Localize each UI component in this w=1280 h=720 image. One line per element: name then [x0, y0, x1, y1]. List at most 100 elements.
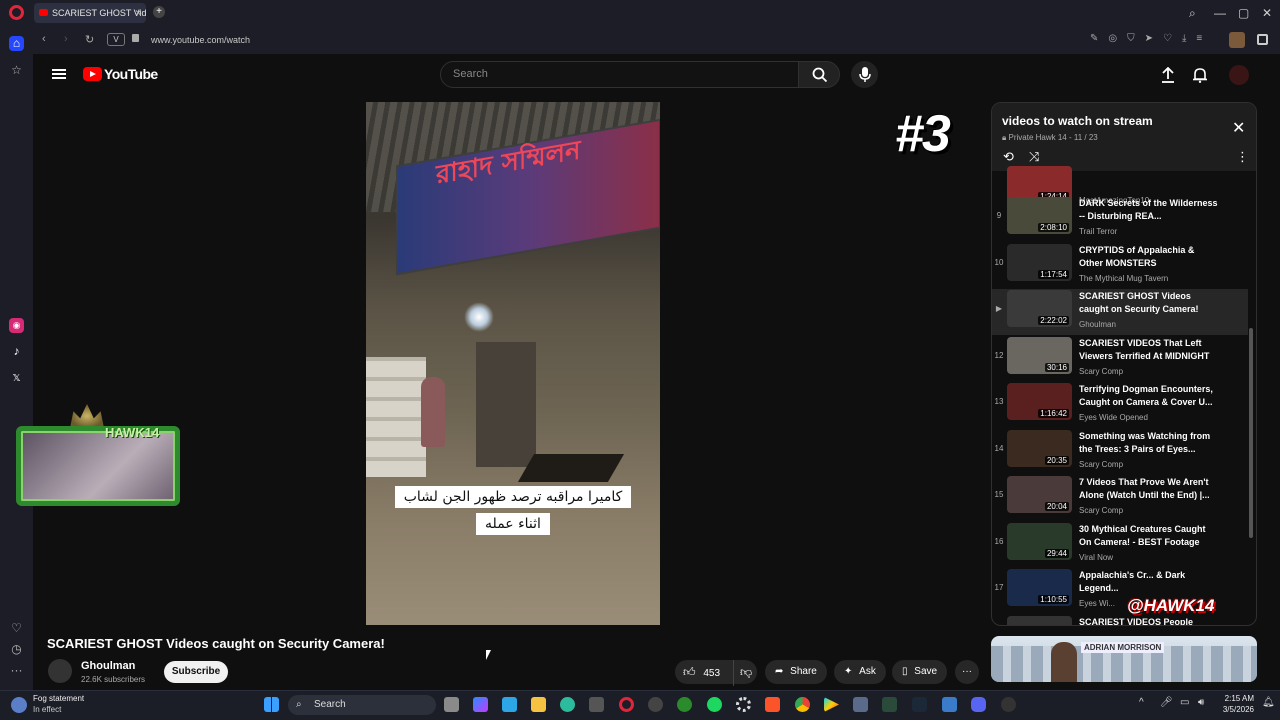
task-view-icon[interactable]: [444, 697, 459, 712]
playlist-item[interactable]: 10 1:17:54 CRYPTIDS of Appalachia & Other …: [992, 243, 1248, 289]
search-tabs-icon[interactable]: ⌕: [1189, 6, 1196, 21]
maximize-button[interactable]: ▢: [1238, 6, 1249, 20]
youtube-logo-text[interactable]: YouTube: [104, 66, 158, 82]
steam-icon[interactable]: [912, 697, 927, 712]
playlist-item-thumbnail[interactable]: 30:16: [1007, 337, 1072, 374]
close-window-button[interactable]: ✕: [1262, 6, 1272, 20]
shield-icon[interactable]: ⛉: [1127, 33, 1145, 44]
search-input[interactable]: Search: [440, 61, 799, 88]
playlist-item[interactable]: SCARIEST VIDEOS People: [992, 615, 1248, 625]
search-button[interactable]: [798, 61, 840, 88]
account-avatar[interactable]: [1229, 65, 1249, 85]
volume-tray-icon[interactable]: 🔊︎: [1198, 697, 1204, 708]
heart-icon[interactable]: ♡: [9, 621, 24, 636]
chrome-icon[interactable]: [795, 697, 810, 712]
display-tray-icon[interactable]: ▭: [1180, 697, 1189, 708]
guide-menu-icon[interactable]: [52, 69, 66, 79]
playlist-item-thumbnail[interactable]: 29:44: [1007, 523, 1072, 560]
settings-gear-icon[interactable]: [736, 697, 751, 712]
profile-avatar[interactable]: [1229, 32, 1245, 48]
subscribe-button[interactable]: Subscribe: [164, 661, 228, 683]
more-icon[interactable]: ···: [9, 663, 24, 678]
playlist-item-thumbnail[interactable]: 1:17:54: [1007, 244, 1072, 281]
heart-icon[interactable]: ♡: [1163, 33, 1182, 44]
playlist-item-thumbnail[interactable]: [1007, 616, 1072, 625]
upload-icon[interactable]: [1161, 67, 1175, 83]
x-twitter-icon[interactable]: 𝕏: [9, 371, 24, 386]
url-field[interactable]: www.youtube.com/watch: [151, 35, 250, 45]
store-icon[interactable]: [502, 697, 517, 712]
new-tab-button[interactable]: +: [153, 6, 165, 18]
windows-start-icon[interactable]: [264, 697, 279, 712]
extensions-icon[interactable]: [1257, 34, 1268, 45]
youtube-logo-icon[interactable]: [83, 67, 102, 81]
tab-close-icon[interactable]: ✕: [134, 3, 142, 23]
instagram-icon[interactable]: ◉: [9, 318, 24, 333]
playlist-item-title[interactable]: Something was Watching from the Trees: 3…: [1079, 430, 1219, 456]
xbox-icon[interactable]: [677, 697, 692, 712]
playlist-item-thumbnail[interactable]: 20:04: [1007, 476, 1072, 513]
opera-icon[interactable]: [619, 697, 634, 712]
loop-icon[interactable]: ⟲: [1003, 149, 1014, 165]
share-button[interactable]: ➦ Share: [765, 660, 827, 684]
playlist-item[interactable]: ▶ 2:22:02 SCARIEST GHOST Videos caught on …: [992, 289, 1248, 335]
playlist-item[interactable]: 15 20:04 7 Videos That Prove We Aren't Alo…: [992, 475, 1248, 521]
channel-name[interactable]: Ghoulman: [81, 660, 135, 672]
playlist-item-title[interactable]: SCARIEST VIDEOS People: [1079, 616, 1219, 625]
ask-button[interactable]: ✦ Ask: [834, 660, 886, 684]
playlist-item-title[interactable]: 7 Videos That Prove We Aren't Alone (Wat…: [1079, 476, 1219, 502]
more-actions-button[interactable]: ···: [955, 660, 979, 684]
notifications-bell-icon[interactable]: [1193, 67, 1207, 83]
home-icon[interactable]: ⌂: [9, 36, 24, 51]
back-button[interactable]: ‹: [42, 33, 46, 45]
microphone-tray-icon[interactable]: 🎤︎: [1160, 697, 1173, 708]
save-button[interactable]: ▯ Save: [892, 660, 948, 684]
playlist-item-title[interactable]: DARK Secrets of the Wilderness -- Distur…: [1079, 197, 1219, 223]
like-button[interactable]: 👍︎ 453: [683, 660, 720, 686]
tray-overflow-icon[interactable]: ^: [1139, 697, 1144, 708]
playlist-item-title[interactable]: Appalachia's Cr... & Dark Legend...: [1079, 569, 1219, 595]
playlist-item-thumbnail[interactable]: 2:08:10: [1007, 197, 1072, 234]
playlist-menu-icon[interactable]: ⋮: [1236, 149, 1249, 165]
playlist-item-thumbnail[interactable]: 2:22:02: [1007, 290, 1072, 327]
playlist-item-title[interactable]: CRYPTIDS of Appalachia & Other MONSTERS: [1079, 244, 1219, 270]
brave-icon[interactable]: [765, 697, 780, 712]
forward-button[interactable]: ›: [64, 33, 68, 45]
playlist-item-title[interactable]: Terrifying Dogman Encounters, Caught on …: [1079, 383, 1219, 409]
playlist-title[interactable]: videos to watch on stream: [1002, 114, 1153, 128]
copilot-icon[interactable]: [473, 697, 488, 712]
shuffle-icon[interactable]: ⤨: [1029, 149, 1039, 165]
streamlabs-icon[interactable]: [942, 697, 957, 712]
calculator-icon[interactable]: [589, 697, 604, 712]
terminal-icon[interactable]: [882, 697, 897, 712]
file-explorer-icon[interactable]: [531, 697, 546, 712]
browser-tab[interactable]: SCARIEST GHOST Vid... ✕: [34, 3, 146, 23]
app-icon[interactable]: [853, 697, 868, 712]
channel-avatar[interactable]: [48, 659, 72, 683]
obs-icon[interactable]: [648, 697, 663, 712]
playlist-item[interactable]: 12 30:16 SCARIEST VIDEOS That Left Viewers…: [992, 336, 1248, 382]
record-icon[interactable]: [1001, 697, 1016, 712]
camera-icon[interactable]: ◎: [1108, 33, 1127, 44]
discord-icon[interactable]: [971, 697, 986, 712]
download-icon[interactable]: ⤓: [1182, 33, 1196, 44]
tiktok-icon[interactable]: ♪: [9, 344, 24, 359]
playlist-item-title[interactable]: SCARIEST VIDEOS That Left Viewers Terrif…: [1079, 337, 1219, 363]
taskbar-clock[interactable]: 2:15 AM 3/5/2026: [1220, 693, 1254, 715]
playlist-item-title[interactable]: SCARIEST GHOST Videos caught on Security…: [1079, 290, 1219, 316]
playlist-item-thumbnail[interactable]: 1:16:42: [1007, 383, 1072, 420]
weather-icon[interactable]: [11, 697, 27, 713]
edit-icon[interactable]: ✎: [1090, 33, 1108, 44]
video-player[interactable]: রাহাদ সম্মিলন كاميرا مراقبه ترصد ظهور ال…: [366, 102, 660, 625]
playlist-item[interactable]: 13 1:16:42 Terrifying Dogman Encounters, C…: [992, 382, 1248, 428]
playlist-item-title[interactable]: 30 Mythical Creatures Caught On Camera! …: [1079, 523, 1219, 549]
playlist-item-thumbnail[interactable]: 20:35: [1007, 430, 1072, 467]
close-playlist-icon[interactable]: ✕: [1232, 118, 1245, 138]
minimize-button[interactable]: —: [1214, 6, 1226, 20]
reload-button[interactable]: ↻: [85, 33, 94, 46]
send-icon[interactable]: ➤: [1145, 33, 1163, 44]
voice-search-button[interactable]: [851, 61, 878, 88]
dislike-button[interactable]: 👎︎: [733, 660, 752, 686]
playlist-item[interactable]: 16 29:44 30 Mythical Creatures Caught On C…: [992, 522, 1248, 568]
history-clock-icon[interactable]: ◷: [9, 642, 24, 657]
